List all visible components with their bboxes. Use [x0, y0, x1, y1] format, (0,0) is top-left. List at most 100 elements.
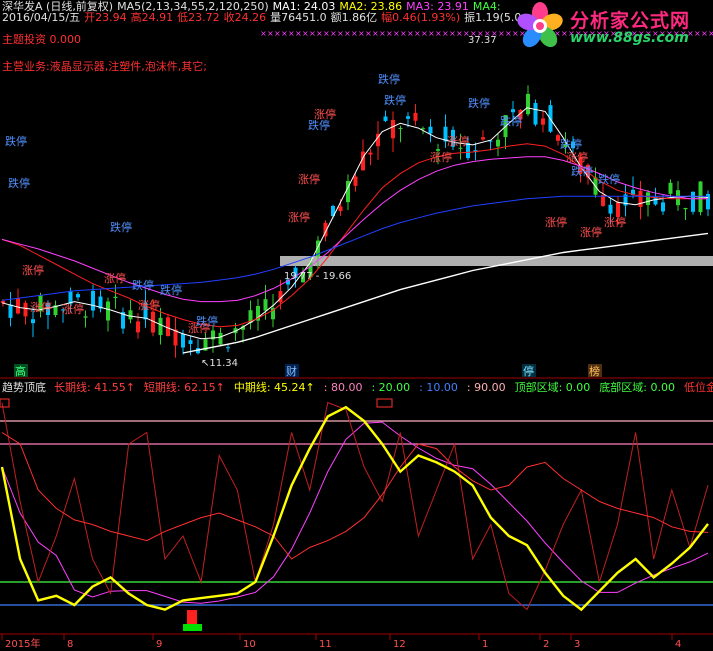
candle-body-25 — [188, 340, 193, 345]
stock-chart-window: × × × × × × × × × × × × × × × × × × × × × × × × × × × × × × × × × × × × × × × ×… — [0, 0, 713, 651]
candle-body-17 — [128, 310, 133, 320]
indicator-value-6: : 90.00 — [466, 381, 506, 394]
top-marker-358: × — [358, 29, 365, 38]
candle-body-4 — [31, 319, 35, 324]
candle-body-11 — [83, 316, 88, 318]
indicator-name: 趋势顶底 — [2, 381, 46, 394]
limit-down-label-9: 跌停 — [468, 96, 490, 110]
indicator-smooth-line — [1, 421, 709, 604]
header-quote-value-3: 低23.72 — [177, 11, 220, 24]
limit-up-label-7: 涨停 — [298, 172, 320, 186]
candle-body-92 — [691, 191, 695, 212]
candle-body-57 — [428, 126, 433, 134]
header-quote-value-0: 2016/04/15/五 — [2, 11, 81, 24]
limit-down-label-10: 跌停 — [500, 114, 522, 128]
candle-body-3 — [23, 302, 28, 317]
top-marker-344: × — [344, 29, 351, 38]
candle-body-49 — [368, 152, 373, 155]
limit-up-label-11: 涨停 — [545, 215, 567, 229]
limit-up-label-13: 涨停 — [580, 225, 602, 239]
top-marker-337: × — [337, 29, 344, 38]
candle-body-52 — [391, 119, 395, 139]
candle-body-29 — [218, 332, 223, 345]
marker-1: 财 — [286, 364, 297, 378]
candle-body-21 — [158, 317, 163, 336]
limit-up-label-10: 涨停 — [447, 134, 469, 148]
top-marker-421: × — [421, 29, 428, 38]
candle-body-81 — [608, 204, 613, 214]
main-business-label: 主营业务:液晶显示器,注塑件,泡沫件,其它; — [2, 60, 207, 73]
top-marker-316: × — [316, 29, 323, 38]
indicator-value-7: 顶部区域: 0.00 — [514, 381, 591, 394]
indicator-value-0: 长期线: 41.55↑ — [54, 381, 135, 394]
top-marker-393: × — [393, 29, 400, 38]
candle-body-53 — [398, 127, 403, 129]
limit-down-label-3: 跌停 — [132, 278, 154, 292]
time-label-4: 11 — [319, 639, 332, 650]
time-label-8: 3 — [574, 639, 580, 650]
candle-body-54 — [406, 116, 410, 119]
marker-3: 榜 — [589, 364, 600, 378]
top-marker-372: × — [372, 29, 379, 38]
indicator-value-5: : 10.00 — [419, 381, 458, 394]
limit-down-label-12: 跌停 — [571, 164, 593, 178]
top-marker-302: × — [302, 29, 309, 38]
time-label-1: 8 — [67, 639, 73, 650]
indicator-header: 趋势顶底 长期线: 41.55↑ 短期线: 62.15↑ 中期线: 45.24↑: 8… — [2, 381, 713, 394]
top-marker-386: × — [386, 29, 393, 38]
limit-up-label-1: 涨停 — [30, 300, 52, 314]
candle-body-12 — [91, 290, 95, 311]
time-label-9: 4 — [675, 639, 681, 650]
candle-body-51 — [383, 116, 388, 121]
time-label-3: 10 — [243, 639, 256, 650]
chart-canvas[interactable]: × × × × × × × × × × × × × × × × × × × × × × × × × × × × × × × × × × × × × × × ×… — [0, 0, 713, 651]
logo-title: 分析家公式网 — [570, 10, 691, 32]
limit-down-label-1: 跌停 — [8, 176, 30, 190]
candle-body-89 — [668, 182, 673, 194]
candle-body-22 — [166, 317, 170, 337]
limit-down-label-5: 跌停 — [196, 314, 218, 328]
candle-body-86 — [646, 192, 650, 206]
top-marker-365: × — [365, 29, 372, 38]
top-marker-295: × — [295, 29, 302, 38]
header-quote-value-5: 量76451.0 — [270, 11, 327, 24]
candle-body-45 — [338, 206, 343, 212]
candle-body-10 — [76, 294, 80, 298]
top-marker-351: × — [351, 29, 358, 38]
candle-body-66 — [496, 139, 500, 147]
time-label-6: 1 — [482, 639, 488, 650]
limit-up-label-12: 涨停 — [566, 150, 588, 164]
header-quote-value-6: 额1.86亿 — [330, 11, 378, 24]
logo-url: www.88gs.com — [570, 30, 689, 46]
candle-body-30 — [226, 347, 230, 349]
candle-body-35 — [263, 299, 268, 311]
range-label: 19.77 - 19.66 — [284, 271, 351, 282]
limit-up-label-9: 涨停 — [430, 150, 452, 164]
support-band — [280, 256, 713, 266]
limit-up-label-3: 涨停 — [104, 271, 126, 285]
limit-up-label-6: 涨停 — [288, 210, 310, 224]
time-label-2: 9 — [156, 639, 162, 650]
limit-up-label-2: 涨停 — [62, 302, 84, 316]
limit-down-label-13: 跌停 — [598, 172, 620, 186]
candle-body-47 — [353, 176, 358, 186]
top-marker-288: × — [288, 29, 295, 38]
top-signal-1 — [376, 398, 393, 408]
candle-body-24 — [181, 333, 185, 348]
marker-2: 停 — [523, 364, 534, 378]
limit-down-label-2: 跌停 — [110, 220, 132, 234]
top-marker-274: × — [274, 29, 281, 38]
top-marker-260: × — [260, 29, 267, 38]
site-logo: 分析家公式网 www.88gs.com — [512, 2, 710, 50]
marker-0: 高 — [15, 364, 26, 378]
candle-body-56 — [421, 128, 425, 130]
limit-up-label-14: 涨停 — [604, 215, 626, 229]
top-marker-442: × — [442, 29, 449, 38]
limit-down-label-8: 跌停 — [384, 93, 406, 107]
time-label-7: 2 — [543, 639, 549, 650]
limit-down-label-0: 跌停 — [5, 134, 27, 148]
top-marker-456: × — [456, 29, 463, 38]
indicator-line-长期线 — [1, 432, 709, 560]
candle-body-68 — [511, 109, 515, 113]
top-marker-309: × — [309, 29, 316, 38]
